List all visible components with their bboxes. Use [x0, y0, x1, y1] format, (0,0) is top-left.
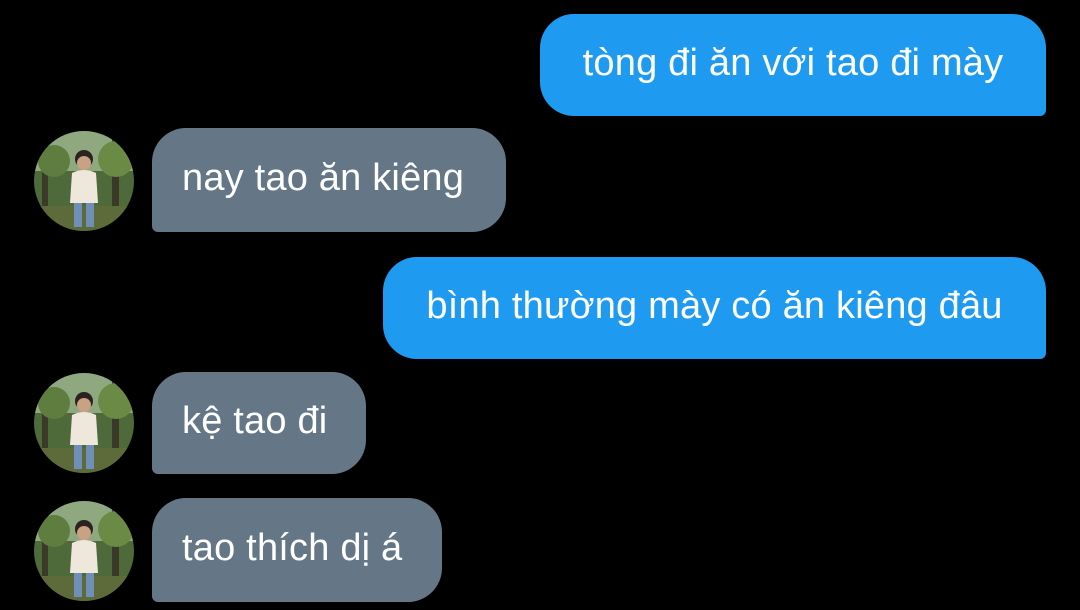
- message-bubble-sent[interactable]: bình thường mày có ăn kiêng đâu: [383, 257, 1046, 359]
- message-bubble-received[interactable]: kệ tao đi: [152, 372, 366, 474]
- message-text: bình thường mày có ăn kiêng đâu: [426, 285, 1003, 327]
- person-photo-icon: [34, 131, 134, 231]
- message-bubble-received[interactable]: tao thích dị á: [152, 498, 442, 602]
- message-text: tòng đi ăn với tao đi mày: [582, 42, 1004, 84]
- message-text: tao thích dị á: [182, 527, 403, 569]
- message-bubble-sent[interactable]: tòng đi ăn với tao đi mày: [540, 14, 1046, 116]
- person-photo-icon: [34, 373, 134, 473]
- person-photo-icon: [34, 501, 134, 601]
- message-text: nay tao ăn kiêng: [182, 157, 465, 199]
- message-bubble-received[interactable]: nay tao ăn kiêng: [152, 128, 506, 232]
- friend-avatar[interactable]: [34, 131, 134, 231]
- message-text: kệ tao đi: [182, 400, 328, 442]
- friend-avatar[interactable]: [34, 373, 134, 473]
- friend-avatar[interactable]: [34, 501, 134, 601]
